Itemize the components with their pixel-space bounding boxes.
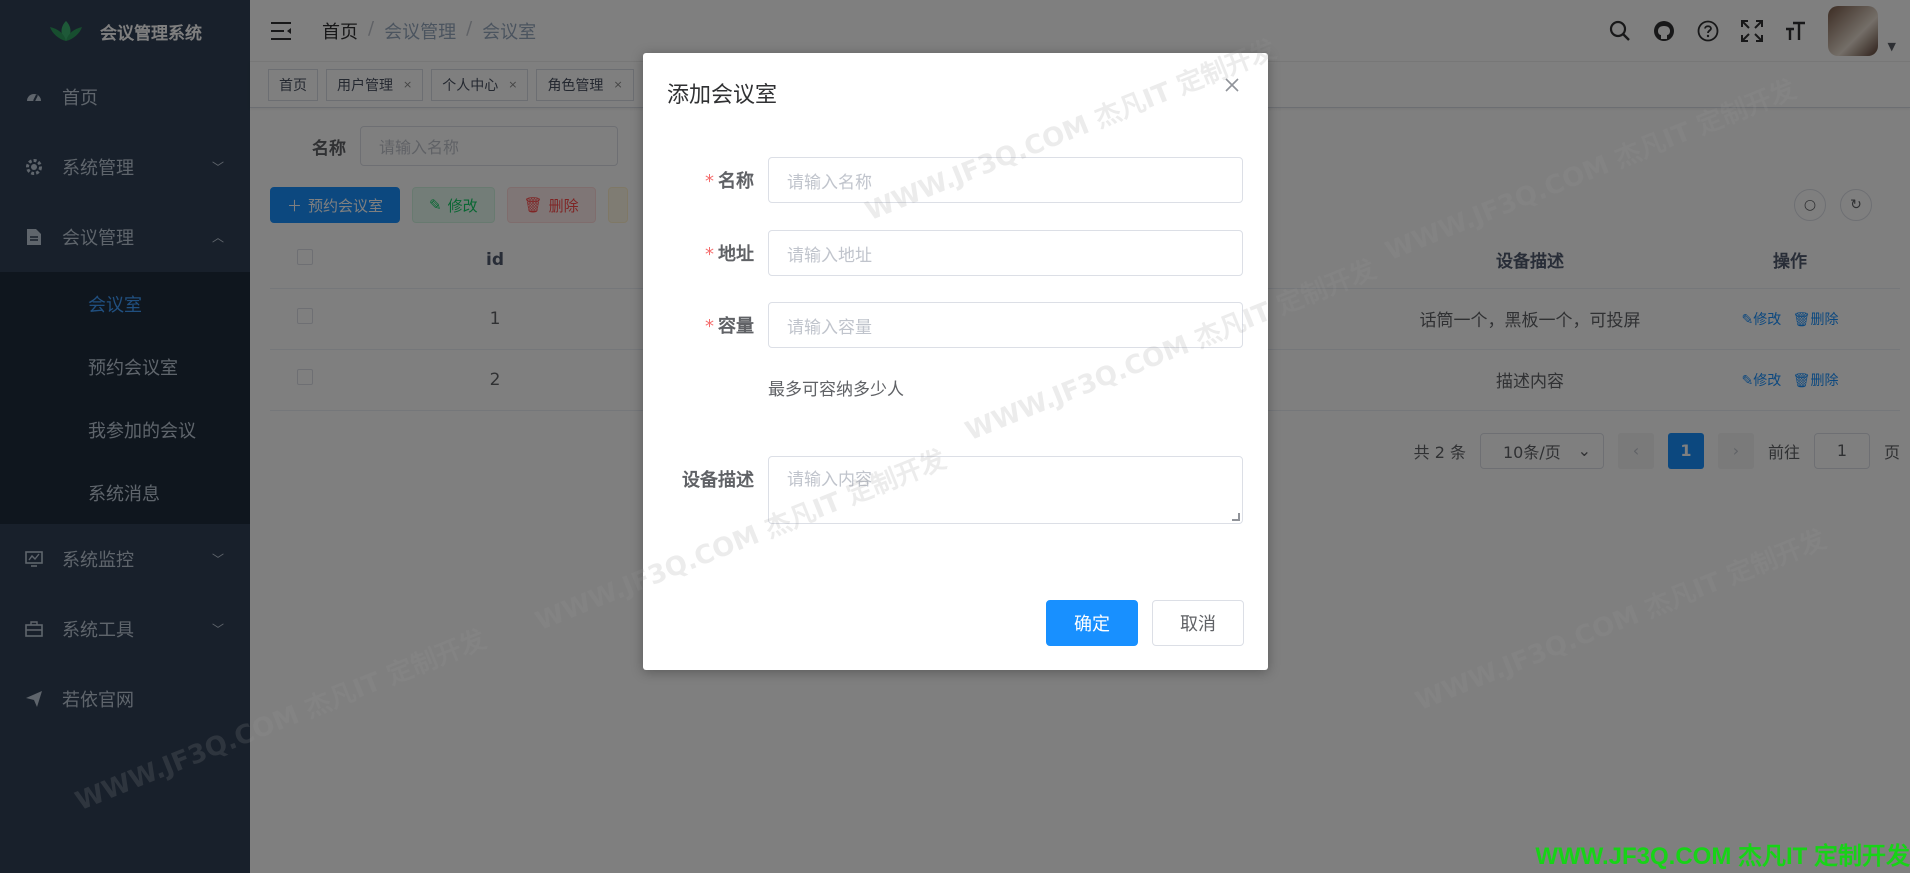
watermark-bottom: WWW.JF3Q.COM 杰凡IT 定制开发 bbox=[1535, 843, 1910, 870]
address-label-text: 地址 bbox=[718, 244, 754, 265]
capacity-hint: 最多可容纳多少人 bbox=[768, 380, 904, 400]
form-row-capacity: * 容量 请输入容量 bbox=[643, 302, 1268, 348]
cancel-button[interactable]: 取消 bbox=[1152, 600, 1244, 646]
capacity-label: * 容量 bbox=[643, 312, 768, 338]
desc-textarea[interactable]: 请输入内容 bbox=[768, 456, 1243, 524]
name-input[interactable]: 请输入名称 bbox=[768, 157, 1243, 203]
form-row-name: * 名称 请输入名称 bbox=[643, 157, 1268, 203]
address-label: * 地址 bbox=[643, 240, 768, 266]
address-input[interactable]: 请输入地址 bbox=[768, 230, 1243, 276]
capacity-label-text: 容量 bbox=[718, 316, 754, 337]
confirm-button[interactable]: 确定 bbox=[1046, 600, 1138, 646]
capacity-input[interactable]: 请输入容量 bbox=[768, 302, 1243, 348]
resize-handle-icon[interactable] bbox=[1232, 513, 1240, 521]
name-label: * 名称 bbox=[643, 167, 768, 193]
desc-label: 设备描述 bbox=[682, 470, 754, 491]
dialog-footer: 确定 取消 bbox=[1046, 600, 1244, 646]
name-label-text: 名称 bbox=[718, 171, 754, 192]
required-mark: * bbox=[705, 316, 714, 337]
dialog-title: 添加会议室 bbox=[667, 83, 778, 108]
form-row-desc: 设备描述 请输入内容 bbox=[643, 456, 1268, 524]
required-mark: * bbox=[705, 244, 714, 265]
form-row-address: * 地址 请输入地址 bbox=[643, 230, 1268, 276]
add-room-dialog: 添加会议室 * 名称 请输入名称 * 地址 请输入地址 * 容量 请输入容量 最多可容… bbox=[643, 53, 1268, 670]
close-icon[interactable] bbox=[1222, 75, 1242, 95]
required-mark: * bbox=[705, 171, 714, 192]
desc-placeholder: 请输入内容 bbox=[787, 470, 872, 490]
